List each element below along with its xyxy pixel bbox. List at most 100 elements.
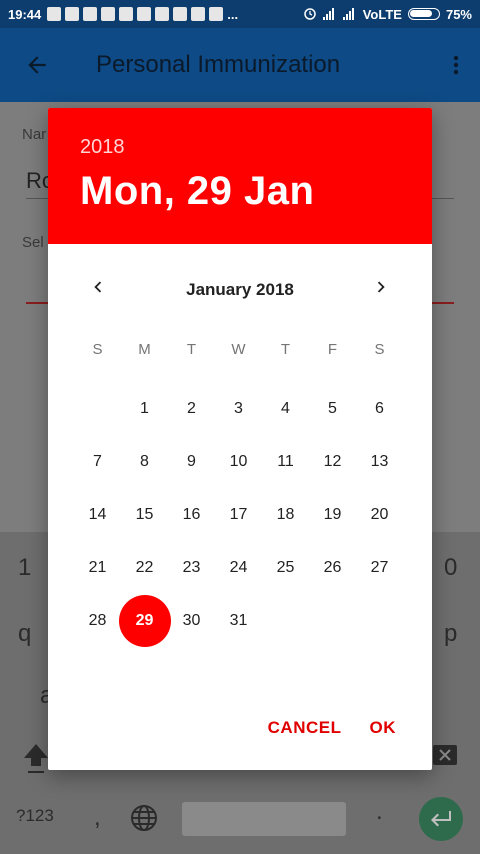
calendar-day[interactable]: 21 xyxy=(74,541,121,594)
calendar-day-number: 28 xyxy=(88,611,107,629)
weekday-label: S xyxy=(374,340,385,358)
date-picker-dialog: 2018 Mon, 29 Jan January 2018 S M T W T … xyxy=(48,108,432,770)
weekday-label: T xyxy=(186,340,197,358)
calendar-day[interactable]: 12 xyxy=(309,435,356,488)
key-0[interactable]: 0 xyxy=(444,554,457,582)
key-1[interactable]: 1 xyxy=(18,554,31,582)
notification-icon xyxy=(47,7,62,21)
calendar-day-number: 12 xyxy=(323,452,342,470)
keyboard-bottom-row: ?123 , . xyxy=(0,784,480,854)
status-bar: 19:44 ... VoLTE 75% xyxy=(0,0,480,28)
calendar-day[interactable]: 3 xyxy=(215,382,262,435)
calendar-day-number: 20 xyxy=(370,505,389,523)
selected-date: Mon, 29 Jan xyxy=(80,169,315,213)
space-key[interactable] xyxy=(182,802,346,836)
calendar-day[interactable]: 10 xyxy=(215,435,262,488)
comma-key[interactable]: , xyxy=(94,804,101,832)
calendar-day[interactable]: 15 xyxy=(121,488,168,541)
signal-icon xyxy=(342,8,357,20)
key-p[interactable]: p xyxy=(444,620,457,648)
calendar-day[interactable]: 28 xyxy=(74,594,121,647)
calendar-day[interactable]: 20 xyxy=(356,488,403,541)
signal-icon xyxy=(322,8,337,20)
period-key[interactable]: . xyxy=(376,798,383,826)
calendar-day-number: 25 xyxy=(276,558,295,576)
weekday-label: S xyxy=(92,340,103,358)
shift-key[interactable] xyxy=(22,742,50,783)
calendar-day-number: 17 xyxy=(229,505,248,523)
calendar-day-number: 9 xyxy=(187,452,196,470)
calendar-day-number: 11 xyxy=(277,452,294,470)
year-selector[interactable]: 2018 xyxy=(80,136,432,159)
calendar-days-grid: 1 2 3 4 5 6 7 8 9 10 11 12 13 14 15 16 17 18 19 20 21 22 23 24 2… xyxy=(74,382,432,647)
symbols-key[interactable]: ?123 xyxy=(16,806,54,826)
backspace-key[interactable] xyxy=(432,744,458,773)
calendar-day-number: 30 xyxy=(182,611,201,629)
calendar-day-number: 21 xyxy=(88,558,107,576)
calendar-day-number: 29 xyxy=(135,611,154,629)
notification-icon xyxy=(155,7,170,21)
language-key[interactable] xyxy=(130,804,158,839)
calendar-day-number: 31 xyxy=(229,611,248,629)
alarm-icon xyxy=(303,6,317,23)
calendar-day[interactable]: 6 xyxy=(356,382,403,435)
calendar-day-number: 22 xyxy=(135,558,154,576)
notification-icon xyxy=(65,7,80,21)
calendar-day[interactable]: 8 xyxy=(121,435,168,488)
network-type: VoLTE xyxy=(362,6,402,22)
shift-icon xyxy=(24,744,48,773)
notification-icon xyxy=(101,7,116,21)
calendar-day[interactable]: 18 xyxy=(262,488,309,541)
calendar-day[interactable]: 27 xyxy=(356,541,403,594)
globe-icon xyxy=(131,805,157,831)
calendar-day[interactable]: 17 xyxy=(215,488,262,541)
calendar-day[interactable]: 11 xyxy=(262,435,309,488)
calendar-day-number: 8 xyxy=(140,452,149,470)
calendar-day[interactable]: 25 xyxy=(262,541,309,594)
weekday-label: T xyxy=(280,340,291,358)
calendar-day-number: 14 xyxy=(88,505,107,523)
page-title: Personal Immunization xyxy=(96,51,341,78)
ok-button[interactable]: OK xyxy=(360,710,407,746)
calendar-day[interactable]: 14 xyxy=(74,488,121,541)
calendar-day[interactable]: 31 xyxy=(215,594,262,647)
back-button[interactable] xyxy=(0,28,74,102)
calendar-day-number: 16 xyxy=(182,505,201,523)
calendar-day[interactable]: 9 xyxy=(168,435,215,488)
key-q[interactable]: q xyxy=(18,620,31,648)
calendar-day[interactable]: 19 xyxy=(309,488,356,541)
calendar-day[interactable]: 26 xyxy=(309,541,356,594)
calendar-day[interactable]: 23 xyxy=(168,541,215,594)
calendar-day[interactable]: 13 xyxy=(356,435,403,488)
calendar-day[interactable]: 2 xyxy=(168,382,215,435)
calendar-day[interactable]: 4 xyxy=(262,382,309,435)
calendar-day[interactable]: 22 xyxy=(121,541,168,594)
notification-icon xyxy=(173,7,188,21)
weekday-header: S M T W T F S xyxy=(74,330,432,368)
app-bar: Personal Immunization xyxy=(0,28,480,102)
next-month-button[interactable] xyxy=(356,262,406,312)
calendar-day[interactable]: 5 xyxy=(309,382,356,435)
month-navigation: January 2018 xyxy=(48,244,432,330)
notification-icon xyxy=(119,7,134,21)
overflow-menu-button[interactable] xyxy=(432,28,480,102)
calendar-day-number: 6 xyxy=(375,399,384,417)
calendar-day[interactable]: 30 xyxy=(168,594,215,647)
arrow-left-icon xyxy=(28,56,46,74)
calendar-day[interactable]: 24 xyxy=(215,541,262,594)
select-label: Sel xyxy=(22,234,44,251)
previous-month-button[interactable] xyxy=(73,262,123,312)
notification-icon xyxy=(83,7,98,21)
battery-icon xyxy=(407,8,440,20)
calendar-day-number: 7 xyxy=(93,452,102,470)
calendar-day[interactable]: 16 xyxy=(168,488,215,541)
calendar-day[interactable]: 7 xyxy=(74,435,121,488)
chevron-left-icon xyxy=(94,281,102,293)
cancel-button[interactable]: CANCEL xyxy=(258,710,352,746)
enter-key[interactable] xyxy=(419,797,463,841)
calendar-day[interactable]: 1 xyxy=(121,382,168,435)
calendar-day-selected[interactable]: 29 xyxy=(118,594,171,647)
battery-level: 75% xyxy=(445,6,472,22)
notification-icons: ... xyxy=(47,7,238,22)
calendar-day-number: 18 xyxy=(276,505,295,523)
